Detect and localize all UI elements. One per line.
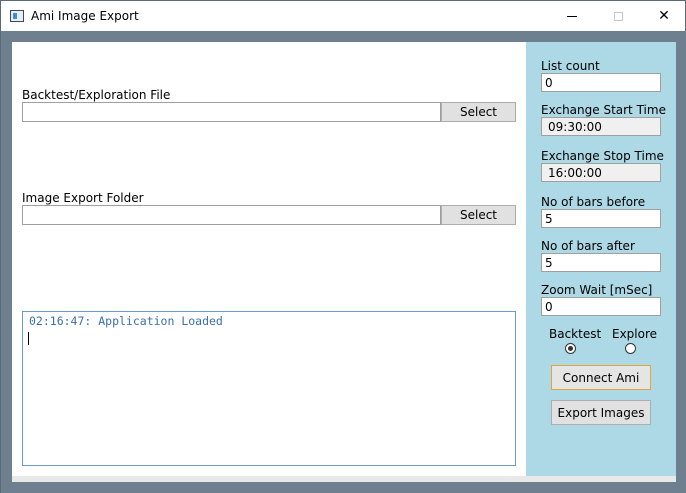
exchange-stop-label: Exchange Stop Time	[541, 149, 664, 163]
bars-after-label: No of bars after	[541, 239, 635, 253]
close-icon: ✕	[658, 8, 670, 24]
list-count-label: List count	[541, 59, 600, 73]
frame-border	[1, 482, 686, 493]
select-export-folder-button[interactable]: Select	[441, 205, 516, 225]
exchange-start-label: Exchange Start Time	[541, 103, 666, 117]
backtest-radio-label: Backtest	[549, 327, 602, 341]
zoom-wait-field[interactable]	[541, 297, 661, 316]
backtest-file-label: Backtest/Exploration File	[22, 88, 171, 102]
close-button[interactable]: ✕	[641, 1, 686, 31]
settings-sidebar: List count Exchange Start Time Exchange …	[526, 42, 676, 476]
frame-border	[1, 31, 12, 493]
connect-ami-button[interactable]: Connect Ami	[551, 365, 651, 390]
client-area: Backtest/Exploration File Select Image E…	[12, 42, 676, 476]
minimize-icon	[567, 15, 577, 17]
bars-before-field[interactable]	[541, 209, 661, 228]
text-caret	[28, 332, 29, 345]
minimize-button[interactable]	[549, 1, 595, 31]
select-backtest-file-button[interactable]: Select	[441, 102, 516, 122]
maximize-icon	[613, 11, 623, 21]
export-folder-input[interactable]	[22, 205, 441, 225]
list-count-field[interactable]	[541, 73, 661, 92]
main-window: Ami Image Export ✕ Backtest/Exploration …	[0, 0, 686, 493]
window-title: Ami Image Export	[31, 9, 139, 23]
exchange-start-field[interactable]	[541, 117, 661, 136]
backtest-radio[interactable]	[565, 343, 576, 354]
exchange-stop-field[interactable]	[541, 163, 661, 182]
backtest-file-input[interactable]	[22, 102, 441, 122]
frame-border	[676, 31, 686, 493]
frame-border	[1, 31, 686, 42]
status-strip	[12, 476, 676, 482]
explore-radio-label: Explore	[612, 327, 658, 341]
export-images-button[interactable]: Export Images	[551, 400, 651, 425]
log-textbox[interactable]: 02:16:47: Application Loaded	[22, 311, 516, 466]
bars-after-field[interactable]	[541, 253, 661, 272]
app-window-icon	[10, 10, 24, 22]
zoom-wait-label: Zoom Wait [mSec]	[541, 283, 653, 297]
bars-before-label: No of bars before	[541, 195, 646, 209]
export-folder-label: Image Export Folder	[22, 191, 144, 205]
log-line: 02:16:47: Application Loaded	[29, 314, 223, 328]
main-panel: Backtest/Exploration File Select Image E…	[12, 42, 526, 476]
explore-radio[interactable]	[625, 343, 636, 354]
maximize-button[interactable]	[595, 1, 641, 31]
title-bar[interactable]: Ami Image Export ✕	[1, 1, 685, 31]
